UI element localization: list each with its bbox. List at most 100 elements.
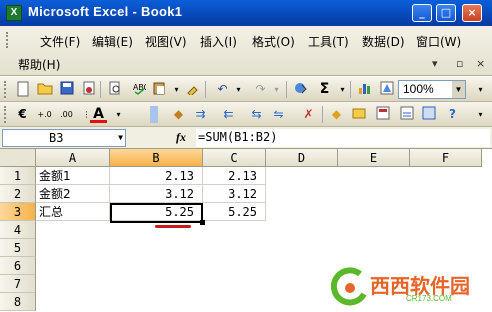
row-header-8[interactable]: 8	[0, 293, 36, 311]
toolbar-options-icon[interactable]: ▾	[472, 81, 489, 98]
standard-toolbar: ABC ▾ ↶ ▾ ↷ ▾ Σ ▾ 100% ▼ ▾	[0, 77, 492, 102]
title-bar: X Microsoft Excel - Book1 _ □ ×	[0, 0, 492, 26]
insert-function-icon[interactable]: fx	[176, 130, 186, 145]
name-box-value: B3	[49, 131, 64, 145]
trace-dependents-icon[interactable]: ⇇	[220, 106, 237, 123]
menu-edit[interactable]: 编辑(E)	[92, 33, 133, 50]
format-painter-icon[interactable]	[184, 81, 201, 98]
toolbar-separator-grip[interactable]	[150, 106, 158, 123]
name-box[interactable]: B3 ▼	[2, 129, 126, 147]
formula-bar: B3 ▼ fx =SUM(B1:B2)	[0, 127, 492, 149]
menu-view[interactable]: 视图(V)	[145, 33, 187, 50]
trace-precedents-icon[interactable]: ⇉	[192, 106, 209, 123]
formatting-toolbar: € +.0 .00 ⋮ A ▾ ◆ ⇉ ⇇ ⇆ ⇋ ✗ ◆ ? ▾	[0, 102, 492, 127]
menu-grip[interactable]	[6, 32, 9, 48]
column-header-d[interactable]: D	[266, 149, 338, 167]
new-icon[interactable]	[14, 81, 31, 98]
cell-c3[interactable]: 5.25	[203, 203, 266, 221]
menu-data[interactable]: 数据(D)	[362, 33, 405, 50]
row-header-2[interactable]: 2	[0, 185, 36, 203]
column-header-c[interactable]: C	[203, 149, 266, 167]
print-preview-icon[interactable]	[106, 81, 123, 98]
cell-c2[interactable]: 3.12	[203, 185, 266, 203]
trace-error-icon[interactable]: ✗	[300, 106, 317, 123]
drawing-icon[interactable]	[378, 81, 395, 98]
row-header-4[interactable]: 4	[0, 221, 36, 239]
help-icon[interactable]: ?	[444, 106, 461, 123]
svg-text:ABC: ABC	[133, 83, 146, 92]
zoom-value: 100%	[403, 82, 434, 96]
red-underline-annotation	[155, 225, 191, 228]
remove-all-arrows-icon[interactable]: ⇋	[270, 106, 287, 123]
select-all-button[interactable]	[0, 149, 36, 167]
undo-dropdown-icon[interactable]: ▾	[230, 81, 247, 98]
autosum-dropdown-icon[interactable]: ▾	[334, 81, 351, 98]
save-icon[interactable]	[58, 81, 75, 98]
row-header-7[interactable]: 7	[0, 275, 36, 293]
zoom-dropdown-icon[interactable]: ▼	[452, 81, 465, 98]
column-header-e[interactable]: E	[338, 149, 410, 167]
menu-bar: 文件(F) 编辑(E) 视图(V) 插入(I) 格式(O) 工具(T) 数据(D…	[0, 26, 492, 76]
undo-icon[interactable]: ↶	[214, 81, 231, 98]
doc-restore-button[interactable]: ▫	[456, 57, 463, 70]
font-color-icon[interactable]: A	[90, 106, 107, 123]
cell-a3[interactable]: 汇总	[36, 203, 110, 221]
font-color-dropdown-icon[interactable]: ▾	[110, 106, 127, 123]
increase-decimal-icon[interactable]: +.0	[36, 106, 53, 123]
cell-a1[interactable]: 金额1	[36, 167, 110, 185]
name-box-dropdown-icon[interactable]: ▼	[118, 130, 123, 146]
watermark-subtext: CR173.COM	[406, 294, 452, 303]
formula-input[interactable]: =SUM(B1:B2)	[196, 129, 490, 147]
watermark-logo: 西西软件园 CR173.COM	[330, 266, 490, 306]
toolbar-options-icon-2[interactable]: ▾	[472, 106, 489, 123]
toolbar-grip[interactable]	[4, 106, 7, 123]
menu-insert[interactable]: 插入(I)	[200, 33, 237, 50]
row-header-5[interactable]: 5	[0, 239, 36, 257]
open-icon[interactable]	[36, 81, 53, 98]
watermark-icon	[330, 267, 367, 306]
cell-a2[interactable]: 金额2	[36, 185, 110, 203]
redo-icon[interactable]: ↷	[252, 81, 269, 98]
autosum-icon[interactable]: Σ	[316, 81, 333, 98]
new-comment-icon[interactable]: ◆	[328, 106, 345, 123]
show-watch-icon[interactable]	[398, 106, 415, 123]
cell-c1[interactable]: 2.13	[203, 167, 266, 185]
window-title: Microsoft Excel - Book1	[28, 4, 183, 19]
decrease-decimal-icon[interactable]: .00	[58, 106, 75, 123]
zoom-select[interactable]: 100% ▼	[398, 80, 466, 99]
column-header-f[interactable]: F	[410, 149, 482, 167]
menu-help[interactable]: 帮助(H)	[18, 56, 60, 73]
toolbar-grip[interactable]	[4, 81, 7, 98]
hyperlink-icon[interactable]	[292, 81, 309, 98]
remove-arrows-icon[interactable]: ⇆	[248, 106, 265, 123]
permission-icon[interactable]	[80, 81, 97, 98]
doc-close-button[interactable]: ×	[476, 57, 485, 70]
column-header-a[interactable]: A	[36, 149, 110, 167]
menu-window[interactable]: 窗口(W)	[416, 33, 461, 50]
doc-menu-dropdown[interactable]: ▾	[432, 57, 438, 70]
cell-b2[interactable]: 3.12	[110, 185, 203, 203]
clear-circles-icon[interactable]	[374, 106, 391, 123]
column-header-b[interactable]: B	[110, 149, 203, 167]
maximize-button[interactable]: □	[436, 4, 456, 22]
currency-icon[interactable]: €	[14, 106, 31, 123]
spelling-icon[interactable]: ABC	[130, 81, 149, 98]
paste-dropdown-icon[interactable]: ▾	[168, 81, 185, 98]
menu-format[interactable]: 格式(O)	[252, 33, 295, 50]
minimize-button[interactable]: _	[412, 4, 432, 22]
row-header-3[interactable]: 3	[0, 203, 36, 221]
cell-b1[interactable]: 2.13	[110, 167, 203, 185]
circle-invalid-icon[interactable]	[350, 106, 367, 123]
redo-dropdown-icon[interactable]: ▾	[268, 81, 285, 98]
evaluate-formula-icon[interactable]	[420, 106, 437, 123]
menu-file[interactable]: 文件(F)	[40, 33, 80, 50]
menu-tools[interactable]: 工具(T)	[308, 33, 349, 50]
paste-icon[interactable]	[150, 81, 167, 98]
chart-wizard-icon[interactable]	[356, 81, 373, 98]
close-window-button[interactable]: ×	[462, 4, 482, 22]
formula-auditing-icon[interactable]: ◆	[170, 106, 187, 123]
excel-app-icon[interactable]: X	[6, 5, 22, 21]
cell-b3[interactable]: 5.25	[110, 203, 203, 221]
row-header-1[interactable]: 1	[0, 167, 36, 185]
row-header-6[interactable]: 6	[0, 257, 36, 275]
